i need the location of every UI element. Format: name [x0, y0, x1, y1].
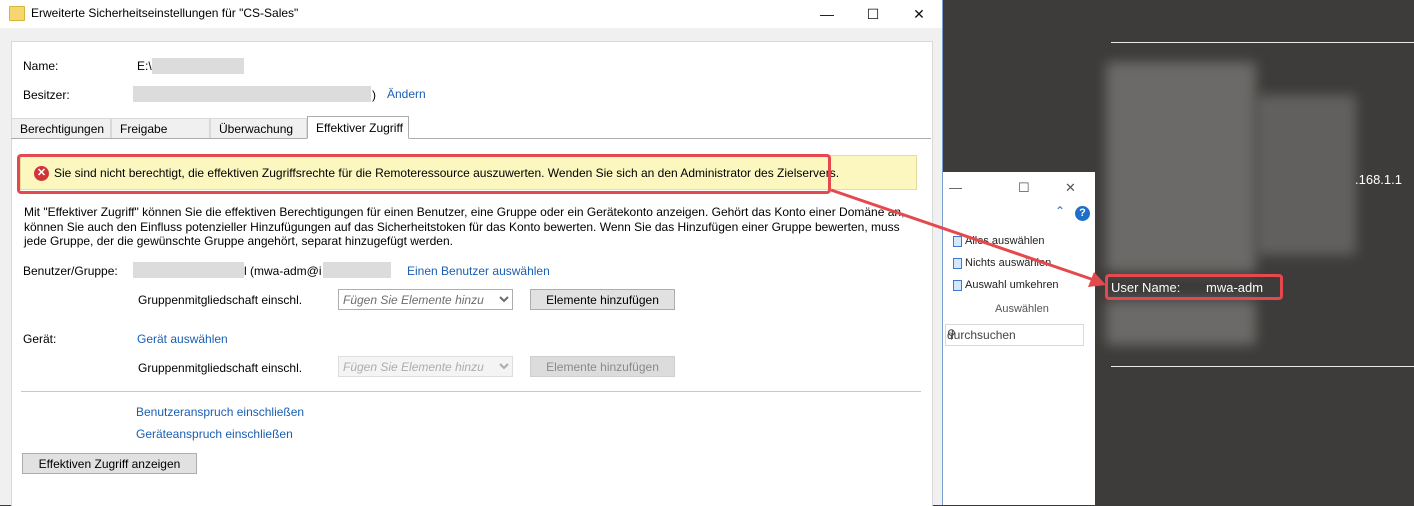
annotation-arrow-line — [830, 188, 1101, 284]
annotation-arrow — [830, 188, 1106, 287]
tab-effective-access[interactable]: Effektiver Zugriff — [307, 116, 409, 139]
